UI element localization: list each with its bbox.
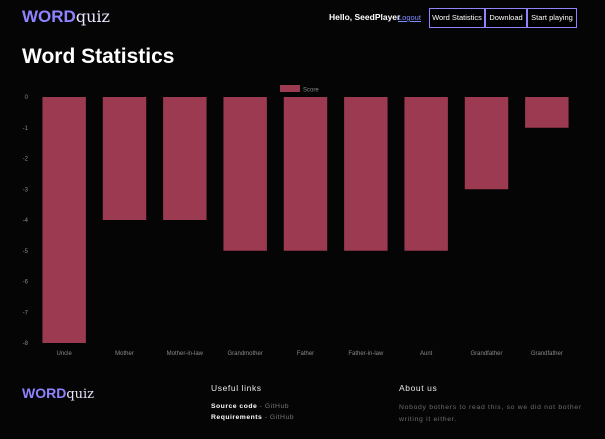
bar [283,97,328,251]
source-code-label: Source code [211,403,258,410]
x-tick-label: Father [297,351,314,357]
footer-logo-quiz: quiz [66,387,95,402]
y-tick-label: 0 [25,95,29,101]
x-tick-label: Uncle [56,351,72,357]
link-separator: - [257,403,265,410]
top-navbar: WORDquiz Hello, SeedPlayer Logout Word S… [0,0,605,36]
page-title: Word Statistics [22,45,175,68]
bar [223,97,267,251]
y-tick-label: -5 [23,249,29,255]
bar [102,97,147,220]
y-tick-label: -1 [23,126,29,132]
download-button[interactable]: Download [485,8,527,28]
word-statistics-button[interactable]: Word Statistics [429,8,485,28]
start-playing-button[interactable]: Start playing [527,8,577,28]
source-code-link-row[interactable]: Source code - GitHub [211,403,289,410]
legend-label: Score [303,88,319,94]
source-code-github-link[interactable]: GitHub [265,403,289,410]
bar [464,97,509,190]
bar [163,97,207,220]
x-tick-label: Father-in-law [348,351,384,357]
x-tick-label: Mother-in-law [167,351,204,357]
bar [42,97,86,343]
useful-links-heading: Useful links [211,383,262,393]
score-bar-chart: Score 0 -1 -2 -3 -4 -5 -6 -7 -8 Uncle Mother Mother-… [23,85,569,357]
bar [525,97,569,128]
about-us-text: Nobody bothers to read this, so we did n… [399,404,582,423]
requirements-github-link[interactable]: GitHub [270,414,294,421]
y-tick-label: -4 [23,218,29,224]
x-tick-label: Grandfather [470,351,502,357]
requirements-label: Requirements [211,414,263,421]
footer-logo[interactable]: WORDquiz [22,385,94,402]
y-tick-label: -3 [23,187,29,193]
x-tick-label: Mother [115,351,134,357]
x-tick-label: Grandfather [531,351,563,357]
x-tick-label: Aunt [420,351,433,357]
link-separator: - [262,414,270,421]
user-greeting: Hello, SeedPlayer [329,12,401,22]
bar [404,97,448,251]
x-tick-label: Grandmother [227,351,262,357]
logo-word: WORD [22,7,76,26]
logo-quiz: quiz [75,7,110,26]
y-tick-label: -6 [23,280,29,286]
y-tick-label: -8 [23,341,29,347]
footer: WORDquiz Useful links Source code - GitH… [0,375,605,439]
brand-logo[interactable]: WORDquiz [22,7,110,27]
y-tick-label: -2 [23,157,29,163]
legend-swatch [280,85,300,92]
y-tick-label: -7 [23,310,29,316]
bar [344,97,388,251]
footer-logo-word: WORD [22,385,67,401]
logout-link[interactable]: Logout [398,13,421,22]
about-us-heading: About us [399,383,438,393]
requirements-link-row[interactable]: Requirements - GitHub [211,414,294,421]
